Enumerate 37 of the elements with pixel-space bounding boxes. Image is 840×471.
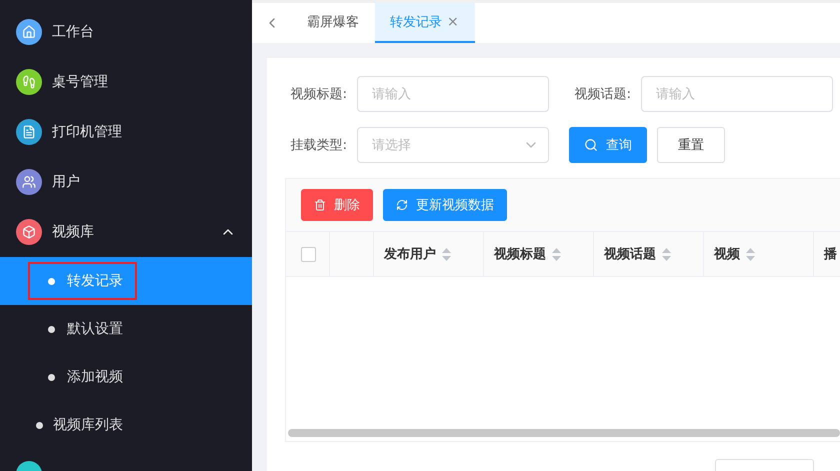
scrollbar[interactable] [288, 429, 840, 437]
dot-icon [48, 326, 55, 332]
submenu-label: 默认设置 [67, 320, 123, 338]
dot-icon [36, 422, 43, 428]
submenu-item[interactable]: 添加视频 [0, 353, 252, 401]
field-label: 视频标题: [290, 86, 347, 103]
column-header: 视频 [714, 246, 740, 263]
column-header: 播 [824, 246, 837, 263]
sort-icon[interactable] [552, 248, 561, 260]
submenu-item[interactable]: 默认设置 [0, 305, 252, 353]
sidebar-item[interactable]: 打印机管理 [0, 107, 252, 157]
refresh-icon [396, 199, 408, 211]
sort-icon[interactable] [746, 248, 755, 260]
submenu-label: 转发记录 [67, 272, 123, 290]
sidebar-item[interactable]: 工作台 [0, 7, 252, 57]
dot-icon [48, 278, 55, 284]
column-header: 发布用户 [384, 246, 436, 263]
input-field[interactable]: 请输入 [357, 76, 549, 112]
checkbox[interactable] [301, 246, 316, 262]
sidebar-item[interactable]: 用户 [0, 157, 252, 207]
field-label: 挂载类型: [290, 137, 347, 154]
tab[interactable]: 霸屏爆客 [292, 3, 375, 43]
field-label: 视频话题: [574, 86, 631, 103]
reset-button[interactable]: 重置 [657, 127, 725, 163]
column-header: 视频话题 [604, 246, 656, 263]
column-header: 视频标题 [494, 246, 546, 263]
select-field[interactable]: 请选择 [357, 127, 549, 163]
sidebar-item[interactable]: 桌号管理 [0, 57, 252, 107]
sort-icon[interactable] [662, 248, 671, 260]
sort-icon[interactable] [442, 248, 451, 260]
trash-icon [314, 199, 326, 211]
search-icon [584, 138, 598, 152]
sidebar-item[interactable]: 视频库 [0, 207, 252, 257]
dot-icon [48, 374, 55, 380]
sidebar-item[interactable]: 视频库列表 [0, 401, 252, 449]
input-field[interactable]: 请输入 [641, 76, 833, 112]
submenu-label: 添加视频 [67, 368, 123, 386]
